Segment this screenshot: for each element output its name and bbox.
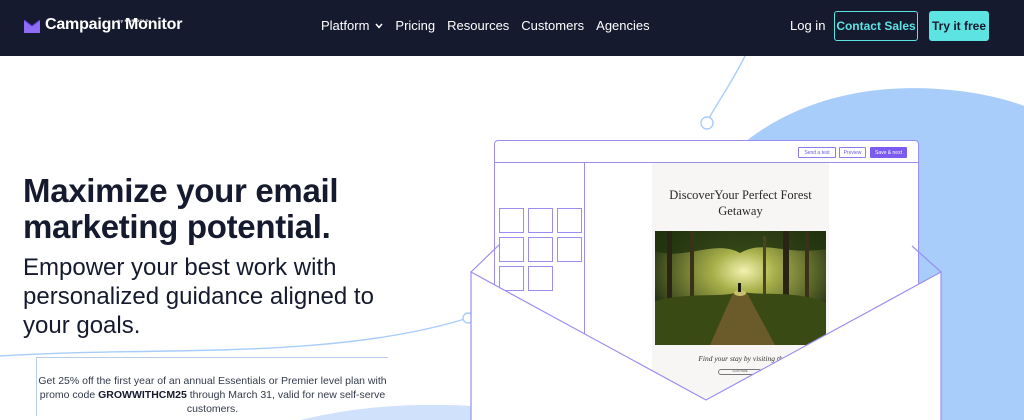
nav-item-agencies[interactable]: Agencies: [596, 18, 649, 34]
nav-item-customers[interactable]: Customers: [521, 18, 584, 34]
nav-item-label: Platform: [321, 18, 370, 33]
email-caption: Find your stay by visiting th: [698, 354, 783, 363]
nav-item-platform[interactable]: Platform: [321, 18, 383, 34]
chevron-down-icon: [375, 23, 383, 29]
email-cta-button: CLICK HERE: [718, 369, 762, 375]
nav-item-label: Agencies: [596, 18, 650, 33]
top-navigation-bar: Campaign Monitor by MARIGOLD Platform Pr…: [0, 0, 1024, 56]
promo-code: GROWWITHCM25: [98, 389, 187, 401]
email-editor-illustration: Send a test Preview Save & next Discover…: [494, 140, 919, 420]
contact-sales-button[interactable]: Contact Sales: [834, 11, 918, 41]
promo-text-after: through March 31, valid for new self-ser…: [186, 389, 386, 415]
block-tile: [499, 208, 524, 233]
block-tile: [557, 208, 582, 233]
editor-sidebar-divider: [584, 162, 585, 420]
email-title: DiscoverYour Perfect Forest Getaway: [669, 188, 812, 218]
nav-item-resources[interactable]: Resources: [447, 18, 509, 34]
campaign-monitor-logo-icon: [24, 20, 40, 33]
nav-item-label: Resources: [447, 18, 510, 33]
hero-subhead: Empower your best work with personalized…: [23, 254, 374, 339]
hero-headline: Maximize your email marketing potential.: [23, 172, 339, 245]
forest-photo: [655, 231, 826, 345]
promo-banner: Get 25% off the first year of an annual …: [36, 357, 388, 416]
block-tile: [557, 237, 582, 262]
nav-item-label: Customers: [521, 18, 585, 33]
preview-button: Preview: [839, 147, 866, 158]
block-tile: [528, 266, 553, 291]
save-next-button: Save & next: [870, 147, 907, 158]
block-tile: [499, 237, 524, 262]
try-it-free-button[interactable]: Try it free: [929, 11, 989, 41]
brand-logo[interactable]: Campaign Monitor: [24, 16, 182, 34]
brand-name: Campaign Monitor: [45, 16, 183, 33]
nav-item-pricing[interactable]: Pricing: [395, 18, 435, 34]
block-tile: [528, 237, 553, 262]
primary-nav: Platform Pricing Resources Customers Age…: [321, 18, 650, 34]
email-preview: DiscoverYour Perfect Forest Getaway Find…: [652, 163, 829, 420]
block-tile: [499, 266, 524, 291]
login-link[interactable]: Log in: [790, 18, 825, 34]
nav-item-label: Pricing: [395, 18, 436, 33]
send-test-button: Send a test: [798, 147, 836, 158]
block-tile: [528, 208, 553, 233]
brand-sub: by MARIGOLD: [118, 18, 149, 23]
